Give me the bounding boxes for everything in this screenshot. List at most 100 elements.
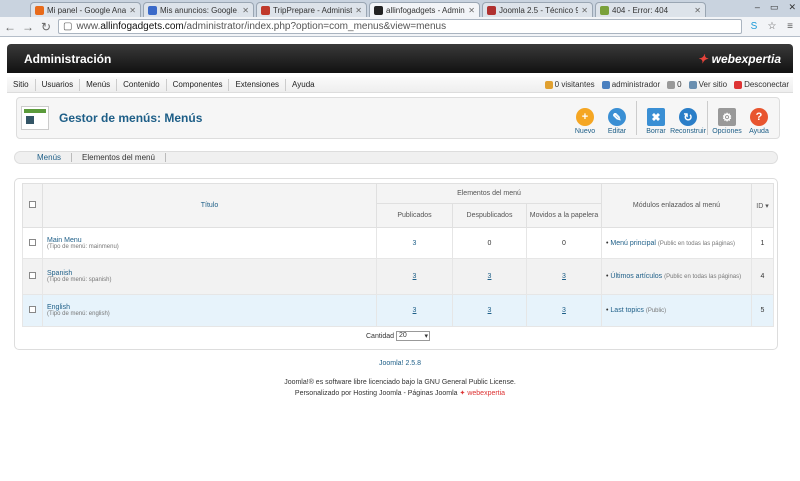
view-site-link[interactable]: Ver sitio [688, 80, 727, 89]
browser-tab[interactable]: Mis anuncios: Google Ad✕ [143, 2, 254, 17]
logo-text: webexpertia [711, 51, 781, 66]
pencil-icon: ✎ [608, 108, 626, 126]
tab-favicon-icon [148, 5, 157, 15]
users-icon [544, 80, 553, 89]
row-id: 1 [751, 227, 774, 259]
logout-link[interactable]: Desconectar [734, 80, 789, 89]
skype-icon[interactable]: S [748, 21, 760, 33]
menus-table: Título Elementos del menú Módulos enlaza… [22, 183, 774, 327]
unpublished-count[interactable]: 3 [488, 273, 492, 280]
row-id: 5 [751, 294, 774, 327]
submenu-menu-items[interactable]: Elementos del menú [72, 153, 166, 162]
user-icon [601, 80, 610, 89]
options-button[interactable]: ⚙ Opciones [711, 108, 743, 135]
trashed-count[interactable]: 3 [562, 307, 566, 314]
messages-status[interactable]: 0 [667, 80, 682, 89]
row-checkbox[interactable] [29, 306, 36, 313]
id-header[interactable]: ID ▾ [751, 183, 774, 228]
address-bar: ← → ↻ ▢ www.allinfogadgets.com/administr… [0, 17, 800, 37]
lifebuoy-icon: ? [750, 108, 768, 126]
page-icon: ▢ [63, 21, 73, 32]
pagination-footer: Cantidad 20 [22, 327, 774, 341]
window-controls: – ▭ ✕ [755, 2, 796, 13]
browser-tab[interactable]: Mi panel - Google Analy ✕ [30, 2, 141, 17]
submenu-menus[interactable]: Menús [27, 153, 73, 162]
module-link[interactable]: Menú principal [610, 240, 656, 247]
url-input[interactable]: ▢ www.allinfogadgets.com/administrator/i… [58, 19, 742, 34]
menu-componentes[interactable]: Componentes [167, 78, 230, 91]
personalized-credit: Personalizado por Hosting Joomla - Págin… [294, 390, 506, 397]
new-button[interactable]: + Nuevo [569, 108, 601, 135]
power-icon [734, 80, 743, 89]
logo-mark-icon: ✦ [697, 51, 708, 66]
options-icon: ⚙ [718, 108, 736, 126]
browser-tab[interactable]: Joomla 2.5 - Técnico 9de✕ [482, 2, 593, 17]
menu-extensiones[interactable]: Extensiones [229, 78, 287, 91]
published-count[interactable]: 3 [413, 240, 417, 247]
maximize-icon[interactable]: ▭ [770, 2, 779, 13]
url-prefix: www. [76, 21, 101, 32]
close-icon[interactable]: ✕ [694, 6, 701, 15]
submenu: Menús Elementos del menú [14, 151, 778, 164]
monitor-icon [688, 80, 697, 89]
unpublished-count: 0 [452, 227, 527, 259]
module-link[interactable]: Last topics [610, 307, 643, 314]
published-count[interactable]: 3 [413, 273, 417, 280]
menu-contenido[interactable]: Contenido [117, 78, 167, 91]
close-window-icon[interactable]: ✕ [788, 2, 796, 13]
browser-tab[interactable]: 404 - Error: 404 ✕ [595, 2, 706, 17]
title-header[interactable]: Título [42, 183, 377, 228]
trashed-count: 0 [526, 227, 602, 259]
menu-ayuda[interactable]: Ayuda [286, 79, 321, 91]
close-icon[interactable]: ✕ [581, 6, 588, 15]
unpublished-count[interactable]: 3 [488, 307, 492, 314]
browser-tab-active[interactable]: allinfogadgets - Admini ✕ [369, 2, 480, 17]
menus-table-container: Título Elementos del menú Módulos enlaza… [14, 178, 778, 350]
toolbar: Gestor de menús: Menús + Nuevo ✎ Editar ✖ B… [16, 97, 780, 139]
forward-icon[interactable]: → [22, 20, 34, 34]
browser-tab[interactable]: TripPrepare - Administr ✕ [256, 2, 367, 17]
menu-type: (Tipo de menú: english) [47, 311, 110, 317]
license-text: Joomla!® es software libre licenciado ba… [284, 379, 516, 386]
tab-favicon-icon [374, 5, 383, 15]
back-icon[interactable]: ← [4, 20, 16, 34]
module-link[interactable]: Últimos artículos [610, 273, 662, 280]
close-icon[interactable]: ✕ [355, 6, 362, 15]
menu-menus[interactable]: Menús [80, 78, 118, 91]
table-row: Main Menu (Tipo de menú: mainmenu) 3 0 0 … [22, 227, 774, 259]
rebuild-button[interactable]: ↻ Reconstruir [670, 108, 706, 135]
reload-icon[interactable]: ↻ [40, 20, 52, 34]
close-icon[interactable]: ✕ [129, 6, 136, 15]
select-all-header [22, 183, 43, 228]
refresh-icon: ↻ [679, 108, 697, 126]
delete-button[interactable]: ✖ Borrar [640, 108, 672, 135]
close-icon[interactable]: ✕ [468, 6, 475, 15]
bookmark-star-icon[interactable]: ☆ [766, 21, 778, 33]
menu-title-link[interactable]: Main Menu [47, 237, 376, 244]
tab-favicon-icon [600, 5, 609, 15]
row-id: 4 [751, 258, 774, 295]
menu-sitio[interactable]: Sitio [7, 78, 36, 91]
menu-title-link[interactable]: Spanish [47, 270, 376, 277]
row-checkbox[interactable] [29, 272, 36, 279]
admin-header: Administración ✦ webexpertia [7, 44, 793, 73]
select-all-checkbox[interactable] [29, 201, 36, 208]
display-count-select[interactable]: 20 [395, 331, 430, 341]
footer-brand: webexpertia [467, 390, 506, 397]
settings-menu-icon[interactable]: ≡ [784, 21, 796, 33]
trashed-count[interactable]: 3 [562, 273, 566, 280]
trashed-header: Movidos a la papelera [526, 203, 602, 228]
menu-title-link[interactable]: English [47, 304, 376, 311]
edit-button[interactable]: ✎ Editar [601, 108, 633, 135]
tab-favicon-icon [487, 5, 496, 15]
help-button[interactable]: ? Ayuda [743, 108, 775, 135]
close-icon[interactable]: ✕ [242, 6, 249, 15]
minimize-icon[interactable]: – [755, 2, 760, 13]
published-header: Publicados [376, 203, 453, 228]
menu-usuarios[interactable]: Usuarios [36, 78, 81, 91]
menu-items-group-header: Elementos del menú [376, 183, 602, 204]
page-title: Gestor de menús: Menús [59, 111, 203, 125]
published-count[interactable]: 3 [413, 307, 417, 314]
row-checkbox[interactable] [29, 238, 36, 246]
toolbar-divider [707, 101, 708, 135]
